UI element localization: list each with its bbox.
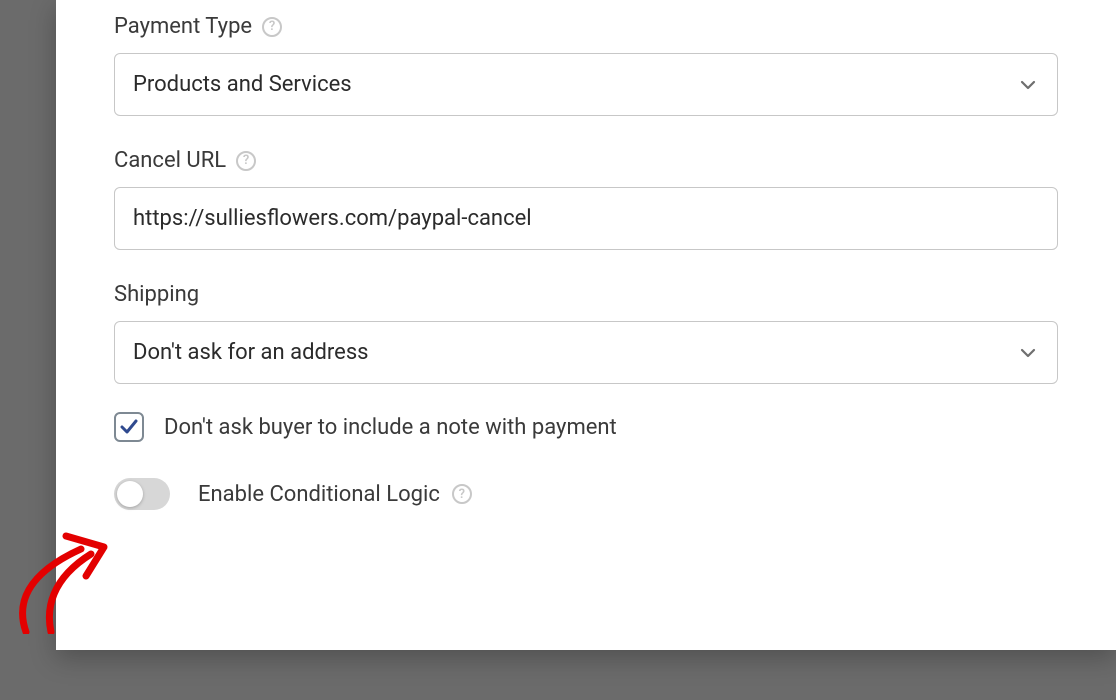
conditional-logic-toggle[interactable] [114,478,170,510]
payment-type-label-row: Payment Type ? [114,14,1058,39]
note-checkbox[interactable] [114,412,144,442]
note-checkbox-label[interactable]: Don't ask buyer to include a note with p… [164,415,617,440]
shipping-select-wrap: Don't ask for an address [114,321,1058,384]
shipping-value: Don't ask for an address [133,340,369,365]
help-icon[interactable]: ? [236,151,256,171]
payment-type-select[interactable]: Products and Services [114,53,1058,116]
conditional-logic-label-wrap: Enable Conditional Logic ? [198,482,472,507]
payment-type-value: Products and Services [133,72,352,97]
payment-type-field: Payment Type ? Products and Services [114,14,1058,116]
settings-panel: Payment Type ? Products and Services Can… [56,0,1116,650]
cancel-url-label-row: Cancel URL ? [114,148,1058,173]
payment-type-label: Payment Type [114,14,252,39]
cancel-url-input[interactable] [114,187,1058,250]
conditional-logic-label: Enable Conditional Logic [198,482,440,507]
shipping-label-row: Shipping [114,282,1058,307]
shipping-select[interactable]: Don't ask for an address [114,321,1058,384]
conditional-logic-row: Enable Conditional Logic ? [114,478,1058,510]
note-checkbox-row: Don't ask buyer to include a note with p… [114,412,1058,442]
shipping-field: Shipping Don't ask for an address [114,282,1058,384]
check-icon [118,416,140,438]
toggle-knob [117,481,143,507]
shipping-label: Shipping [114,282,199,307]
cancel-url-field: Cancel URL ? [114,148,1058,250]
help-icon[interactable]: ? [262,17,282,37]
payment-type-select-wrap: Products and Services [114,53,1058,116]
help-icon[interactable]: ? [452,484,472,504]
cancel-url-label: Cancel URL [114,148,226,173]
